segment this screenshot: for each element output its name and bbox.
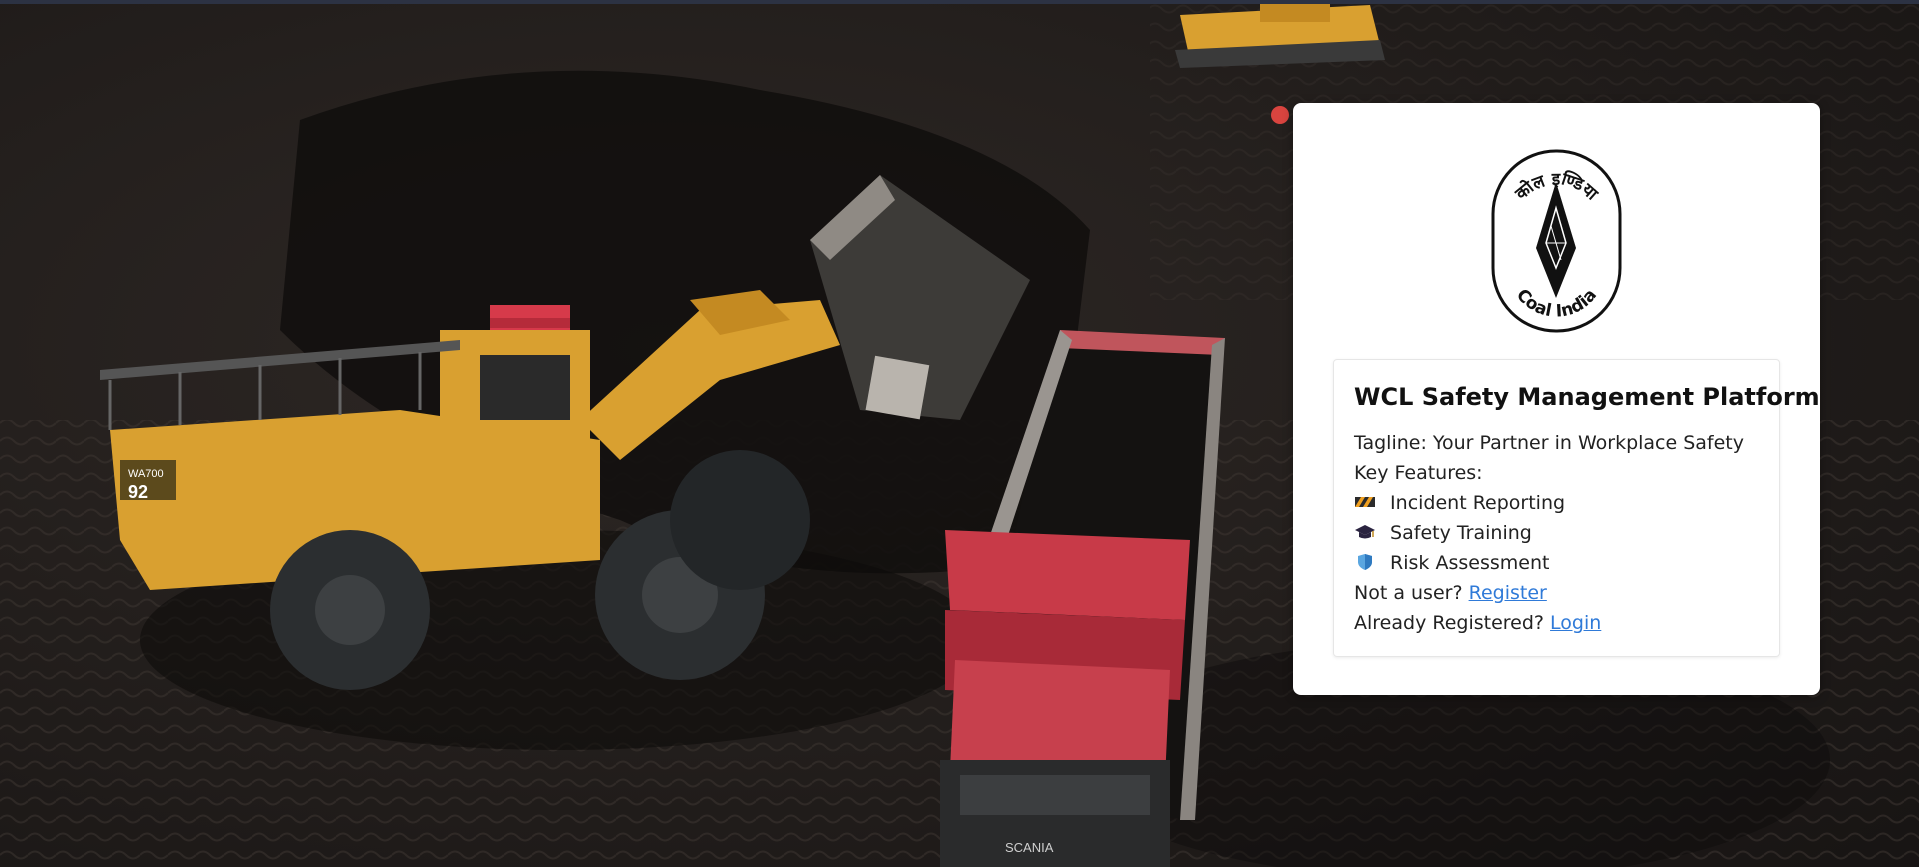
register-row: Not a user? Register: [1354, 578, 1759, 608]
loader-model: WA700: [128, 468, 164, 480]
loader-number: 92: [128, 482, 148, 502]
feature-item-safety-training: Safety Training: [1354, 518, 1759, 548]
tagline-label: Tagline:: [1354, 432, 1427, 454]
welcome-card: कोल इण्डिया Coal India WCL Safety Manage…: [1293, 103, 1820, 695]
login-prompt: Already Registered?: [1354, 612, 1544, 634]
key-features-label: Key Features:: [1354, 462, 1483, 484]
page-title: WCL Safety Management Platform: [1354, 383, 1820, 411]
login-link[interactable]: Login: [1550, 612, 1601, 634]
top-bar: [0, 0, 1919, 4]
feature-item-incident-reporting: Incident Reporting: [1354, 488, 1759, 518]
register-link[interactable]: Register: [1469, 582, 1547, 604]
truck-brand: SCANIA: [1005, 840, 1054, 855]
coal-india-logo: कोल इण्डिया Coal India: [1491, 149, 1622, 333]
graduation-cap-icon: [1355, 525, 1375, 539]
login-row: Already Registered? Login: [1354, 608, 1759, 638]
info-panel: WCL Safety Management Platform Tagline: …: [1333, 359, 1820, 657]
worker-figure: [1271, 106, 1289, 124]
tagline-text: Your Partner in Workplace Safety: [1432, 432, 1745, 454]
feature-label: Risk Assessment: [1390, 552, 1550, 574]
feature-label: Incident Reporting: [1390, 492, 1566, 514]
tagline-row: Tagline: Your Partner in Workplace Safet…: [1354, 428, 1759, 458]
register-prompt: Not a user?: [1354, 582, 1463, 604]
feature-item-risk-assessment: Risk Assessment: [1354, 548, 1759, 578]
warning-stripes-icon: [1355, 497, 1375, 507]
shield-icon: [1358, 554, 1372, 570]
feature-label: Safety Training: [1390, 522, 1532, 544]
